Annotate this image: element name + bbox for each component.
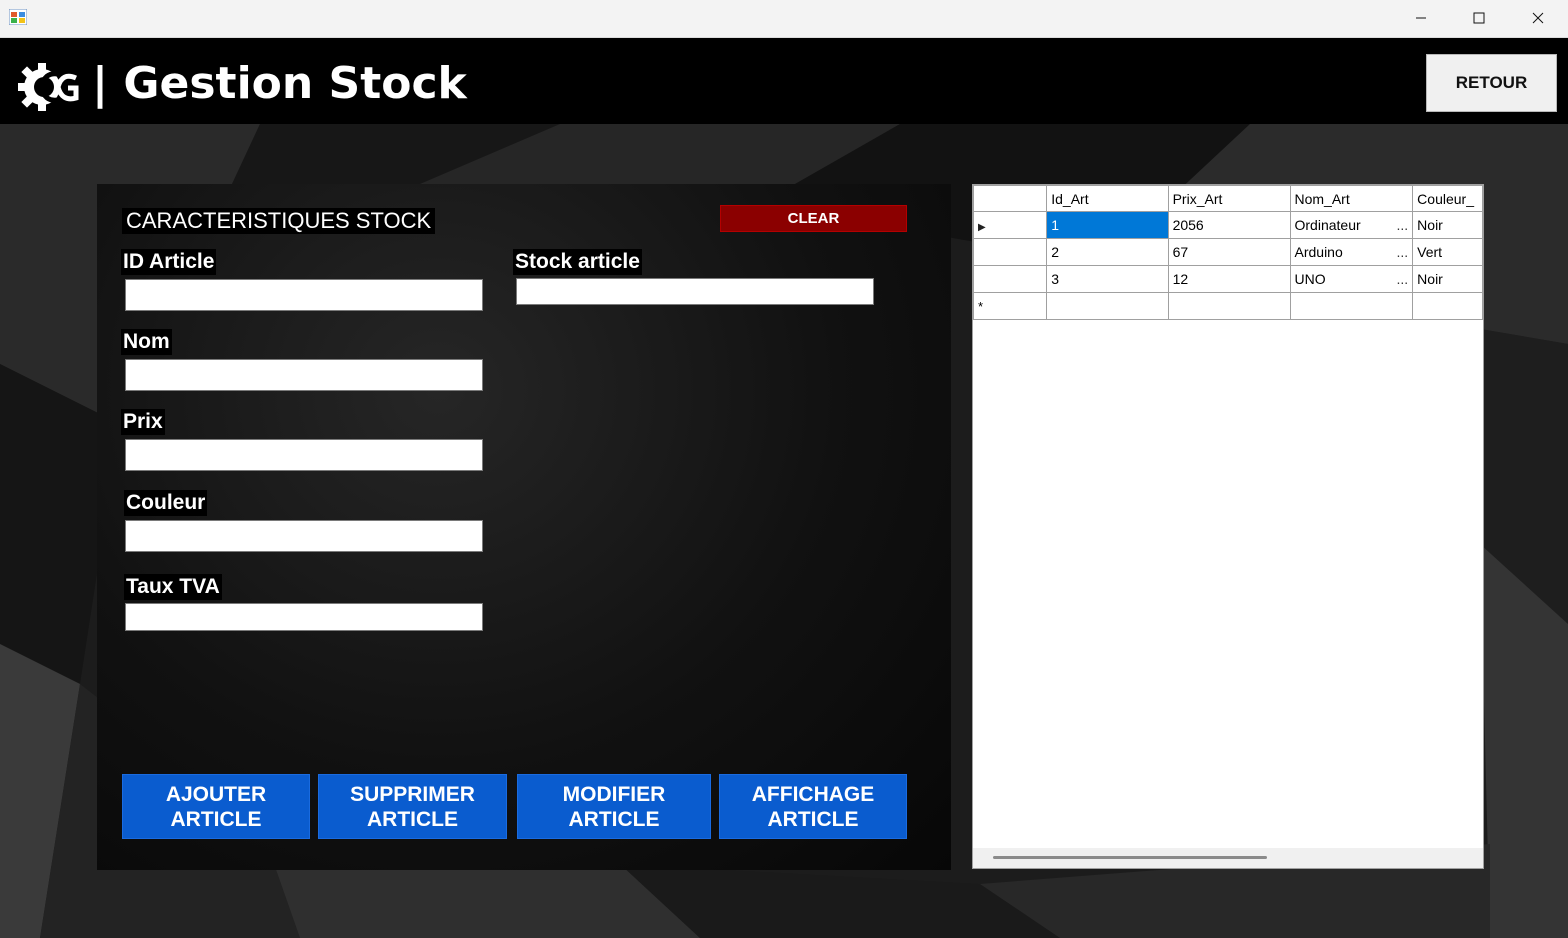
cell-id[interactable]: 1 (1046, 211, 1169, 239)
row-header-corner[interactable] (973, 185, 1048, 212)
cell-nom-text: Arduino (1294, 244, 1343, 260)
ajouter-article-button[interactable]: AJOUTER ARTICLE (122, 774, 310, 839)
app-title: | Gestion Stock (92, 58, 467, 109)
couleur-input[interactable] (125, 520, 483, 552)
current-row-arrow-icon: ▶ (978, 222, 986, 233)
cell-nom-text: UNO (1294, 271, 1326, 287)
id-article-label: ID Article (121, 249, 217, 275)
affichage-article-button[interactable]: AFFICHAGE ARTICLE (719, 774, 907, 839)
column-header-nom[interactable]: Nom_Art (1289, 185, 1414, 212)
ajouter-label-2: ARTICLE (170, 807, 262, 831)
new-row-asterisk-icon: * (978, 299, 984, 314)
new-row-header[interactable]: * (973, 292, 1048, 320)
app-header: | Gestion Stock RETOUR (0, 38, 1568, 124)
close-button[interactable] (1509, 0, 1567, 36)
cell-prix[interactable]: 12 (1167, 265, 1291, 293)
gear-logo-icon (18, 63, 79, 111)
nom-input[interactable] (125, 359, 483, 391)
new-cell-id[interactable] (1046, 292, 1169, 320)
cell-ellipsis: ... (1396, 217, 1409, 233)
app-icon (9, 9, 27, 25)
column-header-couleur[interactable]: Couleur_ (1412, 185, 1483, 212)
taux-tva-label: Taux TVA (124, 574, 222, 600)
close-icon (1532, 12, 1544, 24)
cell-prix[interactable]: 67 (1167, 238, 1291, 266)
new-cell-nom[interactable] (1289, 292, 1414, 320)
nom-label: Nom (121, 329, 172, 355)
window-titlebar (0, 0, 1568, 38)
table-row[interactable]: 2 67 Arduino... Vert (973, 238, 1483, 266)
clear-button[interactable]: CLEAR (720, 205, 907, 232)
affichage-label-2: ARTICLE (767, 807, 859, 831)
cell-nom[interactable]: Ordinateur... (1289, 211, 1414, 239)
table-row[interactable]: 3 12 UNO... Noir (973, 265, 1483, 293)
stock-article-label: Stock article (513, 249, 642, 275)
back-button[interactable]: RETOUR (1426, 54, 1557, 112)
maximize-button[interactable] (1450, 0, 1508, 36)
prix-input[interactable] (125, 439, 483, 471)
taux-tva-input[interactable] (125, 603, 483, 631)
supprimer-label-2: ARTICLE (367, 807, 458, 831)
grid-header-row: Id_Art Prix_Art Nom_Art Couleur_ (973, 185, 1483, 212)
affichage-label-1: AFFICHAGE (751, 782, 875, 806)
row-header[interactable] (973, 238, 1048, 266)
couleur-label: Couleur (124, 490, 208, 516)
new-cell-prix[interactable] (1167, 292, 1291, 320)
cell-id[interactable]: 2 (1046, 238, 1169, 266)
stock-form-panel: CARACTERISTIQUES STOCK CLEAR ID Article … (97, 184, 951, 870)
minimize-button[interactable] (1392, 0, 1450, 36)
minimize-icon (1416, 17, 1426, 19)
supprimer-article-button[interactable]: SUPPRIMER ARTICLE (318, 774, 507, 839)
horizontal-scrollbar[interactable] (973, 848, 1483, 868)
cell-nom[interactable]: UNO... (1289, 265, 1414, 293)
table-row[interactable]: ▶ 1 2056 Ordinateur... Noir (973, 211, 1483, 239)
prix-label: Prix (121, 409, 165, 435)
row-header[interactable]: ▶ (973, 211, 1048, 239)
cell-couleur[interactable]: Noir (1412, 211, 1483, 239)
row-header[interactable] (973, 265, 1048, 293)
articles-table: Id_Art Prix_Art Nom_Art Couleur_ ▶ 1 205… (973, 185, 1483, 320)
stock-article-input[interactable] (516, 278, 874, 305)
modifier-article-button[interactable]: MODIFIER ARTICLE (517, 774, 711, 839)
cell-nom-text: Ordinateur (1294, 217, 1361, 233)
cell-couleur[interactable]: Noir (1412, 265, 1483, 293)
new-row[interactable]: * (973, 292, 1483, 320)
articles-data-grid[interactable]: Id_Art Prix_Art Nom_Art Couleur_ ▶ 1 205… (972, 184, 1484, 869)
cell-ellipsis: ... (1396, 244, 1409, 260)
column-header-prix[interactable]: Prix_Art (1167, 185, 1291, 212)
modifier-label-1: MODIFIER (562, 782, 666, 806)
scrollbar-thumb[interactable] (993, 856, 1267, 859)
column-header-id[interactable]: Id_Art (1046, 185, 1169, 212)
id-article-input[interactable] (125, 279, 483, 311)
cell-couleur[interactable]: Vert (1412, 238, 1483, 266)
new-cell-couleur[interactable] (1412, 292, 1483, 320)
supprimer-label-1: SUPPRIMER (350, 782, 475, 806)
cell-id[interactable]: 3 (1046, 265, 1169, 293)
cell-prix[interactable]: 2056 (1167, 211, 1291, 239)
cell-ellipsis: ... (1396, 271, 1409, 287)
maximize-icon (1473, 12, 1485, 24)
modifier-label-2: ARTICLE (568, 807, 660, 831)
cell-nom[interactable]: Arduino... (1289, 238, 1414, 266)
section-title: CARACTERISTIQUES STOCK (122, 208, 436, 234)
ajouter-label-1: AJOUTER (165, 782, 267, 806)
